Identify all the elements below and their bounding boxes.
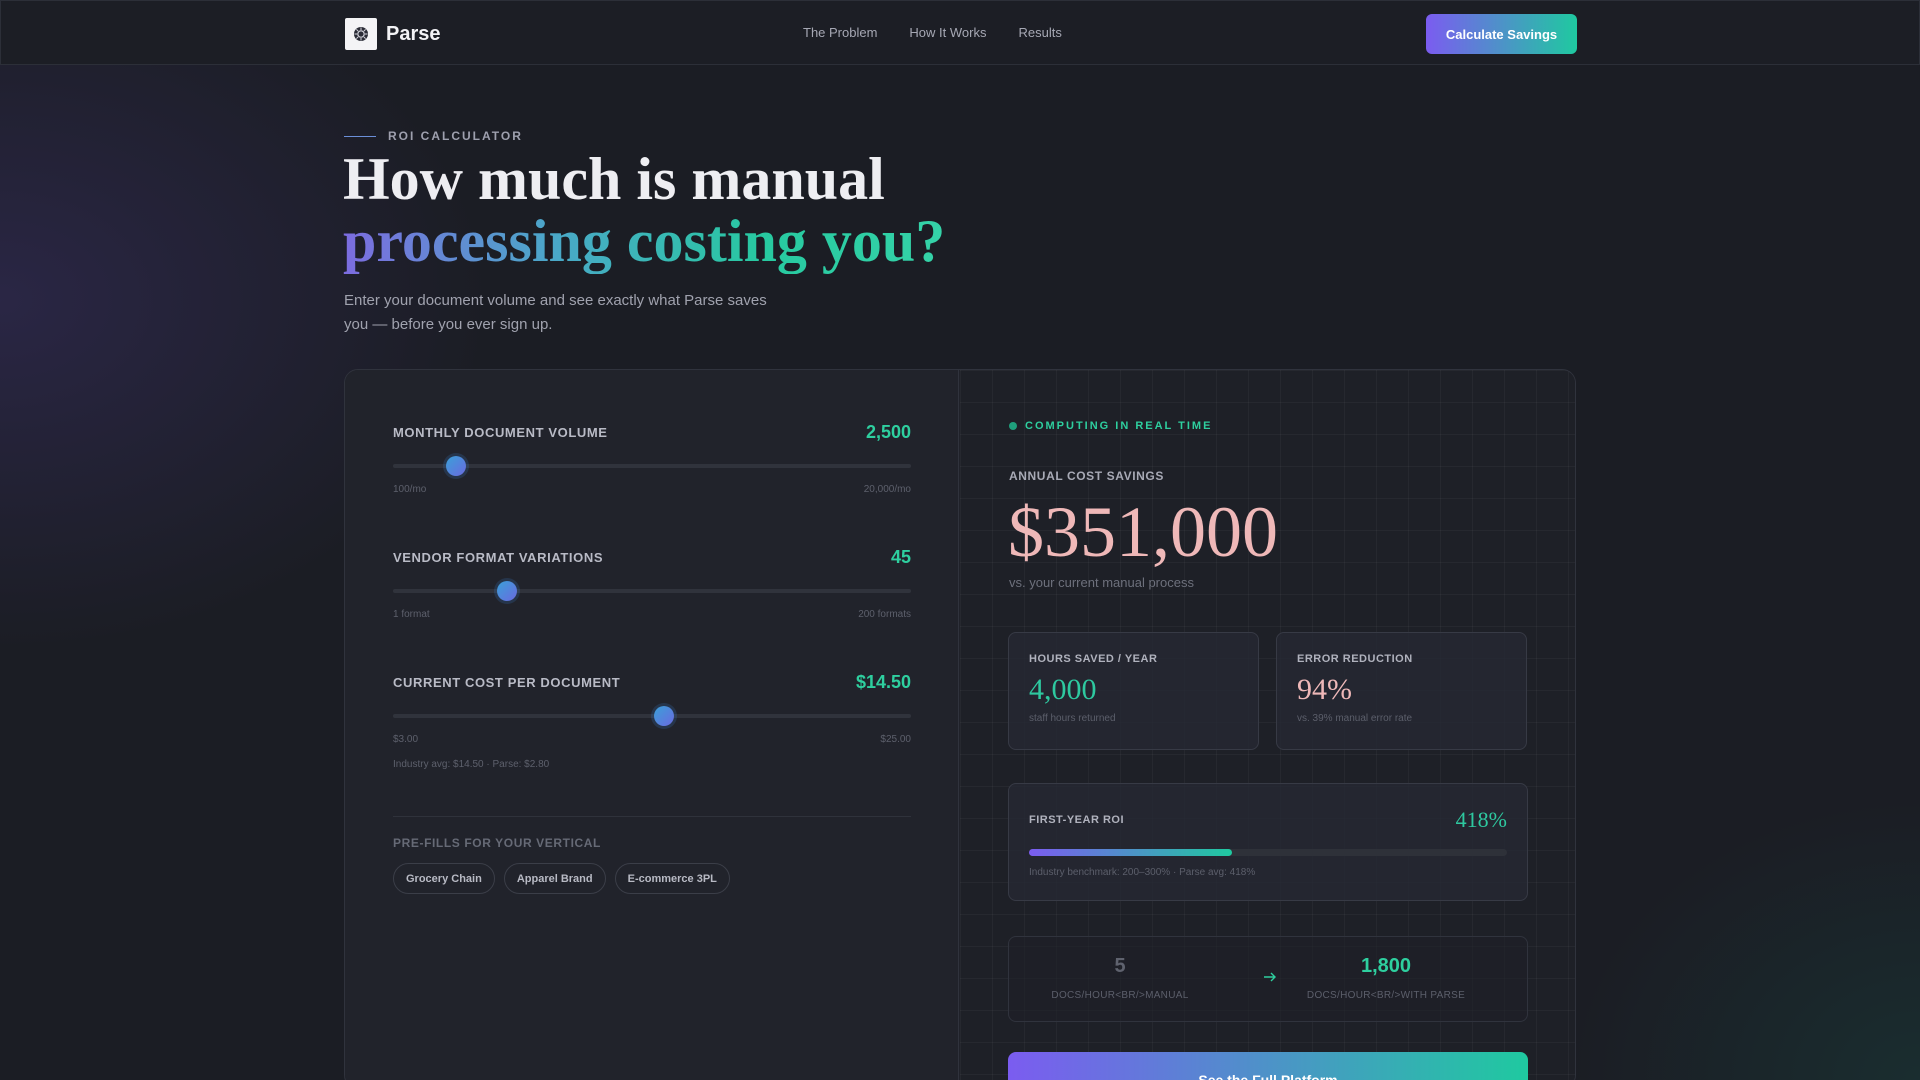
manual-throughput-label: DOCS/HOUR<BR/>MANUAL	[1051, 990, 1189, 1001]
slider-thumb[interactable]	[445, 456, 466, 476]
title-line-1: How much is manual	[343, 146, 885, 212]
live-label: COMPUTING IN REAL TIME	[1025, 420, 1213, 432]
slider-max-label: 200 formats	[858, 609, 911, 620]
prefill-label: PRE-FILLS FOR YOUR VERTICAL	[393, 836, 601, 850]
stat-value: 4,000	[1029, 673, 1097, 706]
prefill-apparel-brand[interactable]: Apparel Brand	[503, 863, 606, 894]
divider	[393, 816, 911, 817]
savings-value: $351,000	[1008, 492, 1278, 572]
eyebrow-text: ROI CALCULATOR	[388, 129, 523, 143]
nav-link-how-it-works[interactable]: How It Works	[909, 25, 986, 40]
slider-min-label: $3.00	[393, 734, 419, 745]
slider-track[interactable]	[393, 706, 911, 726]
roi-subtext: Industry benchmark: 200–300% · Parse avg…	[1029, 867, 1256, 878]
savings-label: ANNUAL COST SAVINGS	[1009, 469, 1164, 483]
savings-subtext: vs. your current manual process	[1009, 575, 1194, 590]
prefill-grocery-chain[interactable]: Grocery Chain	[393, 863, 495, 894]
page-title: How much is manual processing costing yo…	[343, 148, 1243, 272]
slider-min-label: 1 format	[393, 609, 430, 620]
roi-calculator-card: MONTHLY DOCUMENT VOLUME 2,500 100/mo 20,…	[344, 369, 1576, 1080]
slider-vendor-formats: VENDOR FORMAT VARIATIONS 45 1 format 200…	[393, 545, 911, 620]
nav-links: The Problem How It Works Results	[803, 25, 1062, 40]
manual-throughput-value: 5	[1114, 955, 1126, 977]
hero-subtitle: Enter your document volume and see exact…	[344, 292, 767, 333]
eyebrow: ROI CALCULATOR	[344, 129, 523, 143]
slider-value: 45	[890, 546, 911, 567]
eyebrow-line	[344, 135, 376, 137]
logo[interactable]: Parse	[345, 18, 441, 50]
title-line-2: processing costing you?	[343, 208, 946, 274]
see-full-platform-button[interactable]: See the Full Platform	[1008, 1052, 1528, 1080]
stat-label: ERROR REDUCTION	[1297, 653, 1413, 665]
parse-throughput: 1,800 DOCS/HOUR<BR/>WITH PARSE	[1276, 955, 1496, 1001]
calculate-savings-button[interactable]: Calculate Savings	[1426, 14, 1577, 54]
logo-text: Parse	[386, 22, 441, 45]
parse-throughput-label: DOCS/HOUR<BR/>WITH PARSE	[1306, 990, 1466, 1001]
live-dot-icon	[1009, 422, 1017, 430]
cost-hint: Industry avg: $14.50 · Parse: $2.80	[393, 759, 550, 770]
inputs-panel: MONTHLY DOCUMENT VOLUME 2,500 100/mo 20,…	[345, 370, 959, 1080]
slider-label: MONTHLY DOCUMENT VOLUME	[393, 424, 608, 440]
stat-label: HOURS SAVED / YEAR	[1029, 653, 1158, 665]
slider-track[interactable]	[393, 581, 911, 601]
prefill-ecommerce-3pl[interactable]: E-commerce 3PL	[614, 863, 730, 894]
stat-subtext: staff hours returned	[1029, 713, 1116, 724]
roi-progress-track	[1029, 849, 1507, 856]
slider-label: VENDOR FORMAT VARIATIONS	[393, 549, 604, 565]
parse-logo-icon	[345, 18, 377, 50]
slider-thumb[interactable]	[653, 706, 674, 726]
slider-value: $14.50	[855, 671, 911, 692]
first-year-roi-card: FIRST-YEAR ROI 418% Industry benchmark: …	[1008, 783, 1528, 901]
slider-cost-per-document: CURRENT COST PER DOCUMENT $14.50 $3.00 $…	[393, 670, 911, 770]
nav-link-the-problem[interactable]: The Problem	[803, 25, 877, 40]
stat-value: 94%	[1297, 673, 1352, 706]
throughput-comparison: 5 DOCS/HOUR<BR/>MANUAL 1,800 DOCS/HOUR<B…	[1008, 936, 1528, 1022]
slider-track[interactable]	[393, 456, 911, 476]
slider-min-label: 100/mo	[393, 484, 427, 495]
stat-error-reduction: ERROR REDUCTION 94% vs. 39% manual error…	[1276, 632, 1527, 750]
results-panel: COMPUTING IN REAL TIME ANNUAL COST SAVIN…	[960, 370, 1575, 1080]
stat-hours-saved: HOURS SAVED / YEAR 4,000 staff hours ret…	[1008, 632, 1259, 750]
slider-value: 2,500	[865, 421, 911, 442]
slider-thumb[interactable]	[497, 581, 518, 601]
live-indicator: COMPUTING IN REAL TIME	[1009, 420, 1212, 432]
nav-link-results[interactable]: Results	[1018, 25, 1061, 40]
roi-value: 418%	[1455, 807, 1507, 832]
slider-monthly-volume: MONTHLY DOCUMENT VOLUME 2,500 100/mo 20,…	[393, 420, 911, 495]
roi-progress-fill	[1029, 849, 1233, 856]
manual-throughput: 5 DOCS/HOUR<BR/>MANUAL	[1010, 955, 1230, 1001]
slider-max-label: $25.00	[880, 734, 911, 745]
slider-max-label: 20,000/mo	[863, 484, 911, 495]
prefill-pills: Grocery Chain Apparel Brand E-commerce 3…	[393, 863, 730, 894]
parse-throughput-value: 1,800	[1360, 955, 1412, 977]
stat-subtext: vs. 39% manual error rate	[1297, 713, 1413, 724]
roi-label: FIRST-YEAR ROI	[1029, 814, 1125, 826]
slider-label: CURRENT COST PER DOCUMENT	[393, 674, 621, 690]
top-nav: Parse The Problem How It Works Results C…	[0, 0, 1920, 65]
